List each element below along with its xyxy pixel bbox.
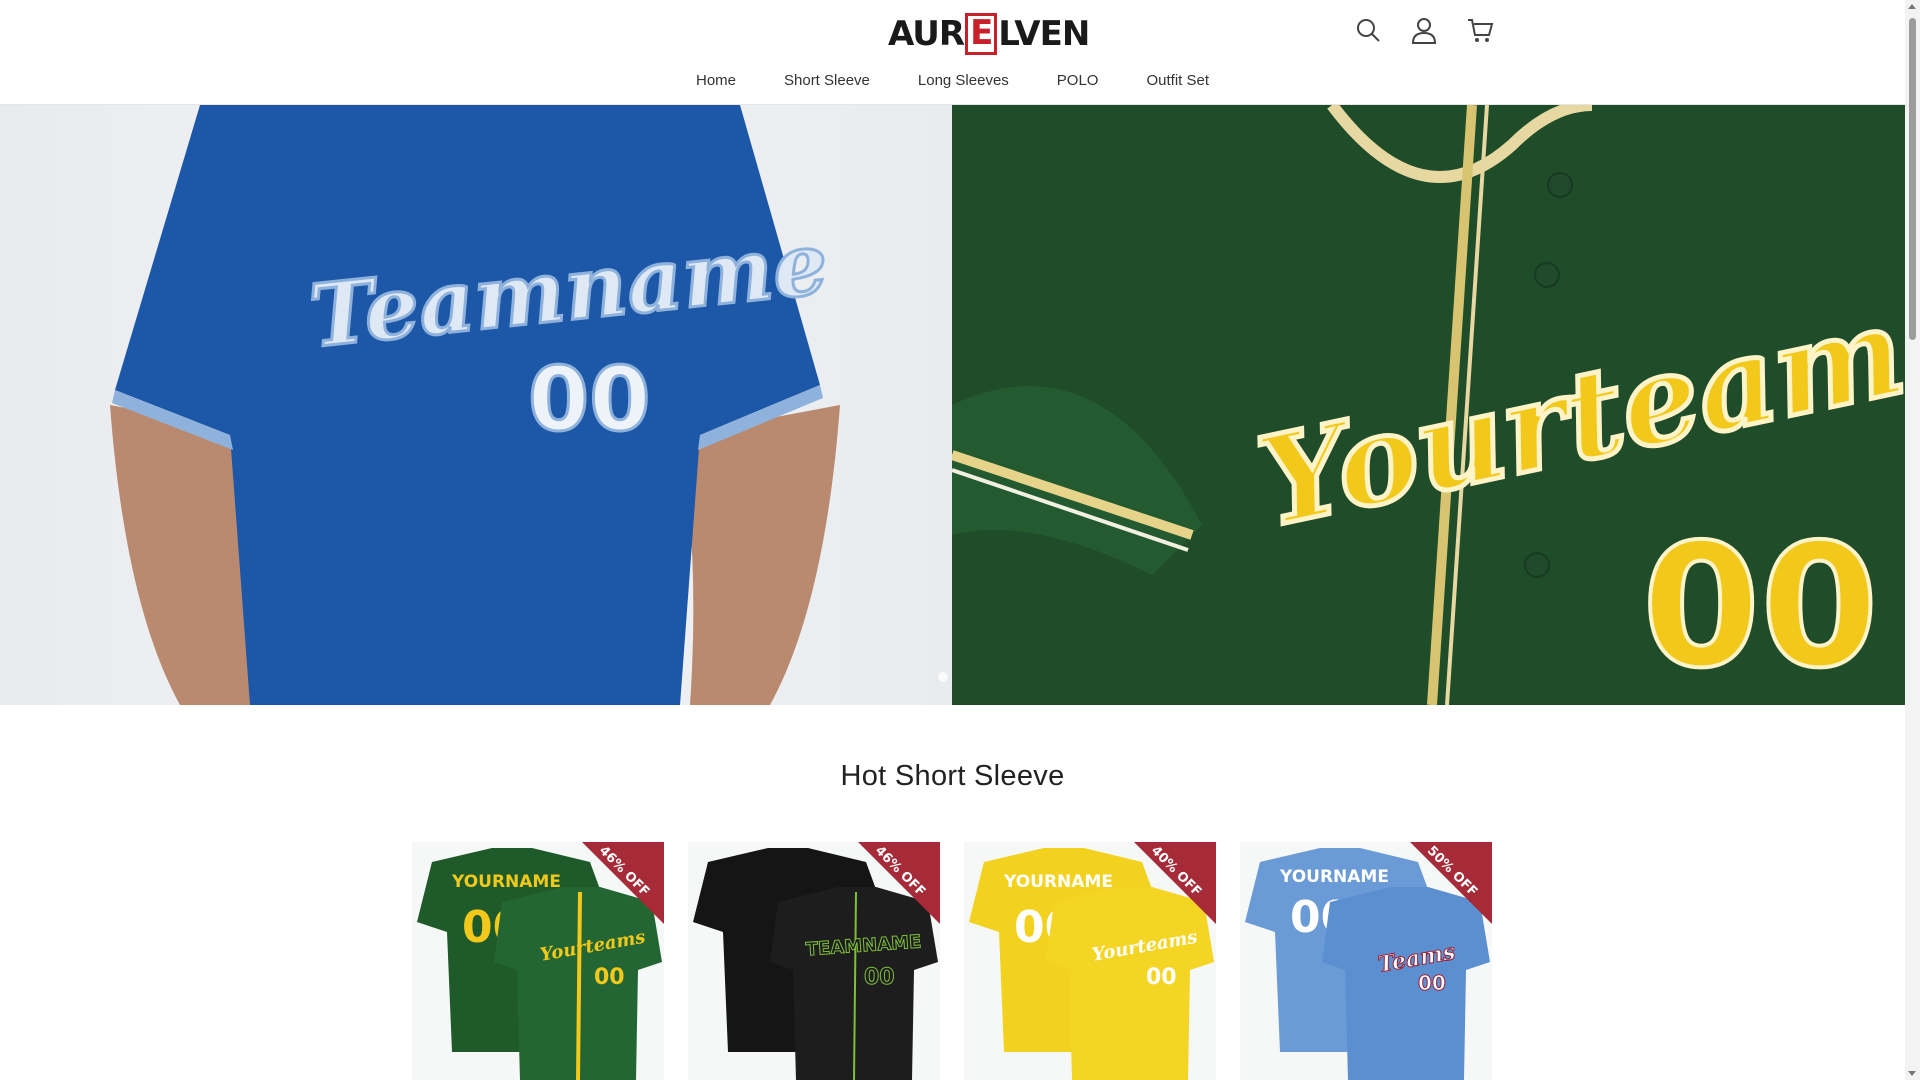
product-front-number: 00: [1146, 965, 1177, 990]
site-header: AUR E LVEN Home Short Sleeve Long Sleeves …: [0, 0, 1905, 105]
logo-right: LVEN: [998, 14, 1090, 54]
carousel-dot[interactable]: [938, 672, 948, 682]
cart-icon[interactable]: [1464, 14, 1496, 46]
hero-slide-blue-jersey: Teamname 00: [0, 105, 952, 705]
brand-logo[interactable]: AUR E LVEN: [888, 12, 1090, 56]
scroll-up-arrow[interactable]: [1908, 4, 1916, 9]
discount-badge: 46% OFF: [858, 842, 940, 924]
scroll-down-arrow[interactable]: [1908, 1071, 1916, 1076]
product-card[interactable]: YOURNAME 00 Teams 00 50% OFF: [1240, 842, 1492, 1080]
discount-badge: 40% OFF: [1134, 842, 1216, 924]
nav-long-sleeves[interactable]: Long Sleeves: [918, 72, 1009, 89]
product-back-text: YOURNAME: [1279, 867, 1389, 887]
logo-left: AUR: [888, 14, 965, 54]
product-card[interactable]: TEAMNAME 00 46% OFF: [688, 842, 940, 1080]
product-grid: YOURNAME 00 Yourteams 00 46% OFF TEAMNAM…: [412, 842, 1492, 1080]
product-card[interactable]: YOURNAME 00 Yourteams 00 40% OFF: [964, 842, 1216, 1080]
hero-right-number: 00: [1642, 508, 1879, 705]
hero-slide-green-jersey: Yourteams 00: [952, 105, 1905, 705]
main-nav: Home Short Sleeve Long Sleeves POLO Outf…: [0, 72, 1905, 89]
account-icon[interactable]: [1408, 14, 1440, 46]
nav-polo[interactable]: POLO: [1057, 72, 1099, 89]
nav-outfit-set[interactable]: Outfit Set: [1146, 72, 1209, 89]
hero-banner[interactable]: Teamname 00 Yourteams 00: [0, 105, 1905, 705]
section-title: Hot Short Sleeve: [840, 760, 1065, 792]
discount-badge: 46% OFF: [582, 842, 664, 924]
nav-short-sleeve[interactable]: Short Sleeve: [784, 72, 870, 89]
logo-mark: E: [965, 13, 998, 55]
hero-left-number: 00: [528, 348, 650, 451]
page-scrollbar[interactable]: [1905, 0, 1920, 1080]
header-icons: [1352, 14, 1496, 46]
nav-home[interactable]: Home: [696, 72, 736, 89]
product-front-number: 00: [1418, 971, 1446, 995]
product-front-number: 00: [594, 965, 625, 990]
discount-badge: 50% OFF: [1410, 842, 1492, 924]
product-back-text: YOURNAME: [451, 872, 561, 892]
product-front-number: 00: [864, 965, 895, 990]
product-card[interactable]: YOURNAME 00 Yourteams 00 46% OFF: [412, 842, 664, 1080]
product-back-text: YOURNAME: [1003, 872, 1113, 892]
search-icon[interactable]: [1352, 14, 1384, 46]
scroll-thumb[interactable]: [1909, 18, 1916, 340]
